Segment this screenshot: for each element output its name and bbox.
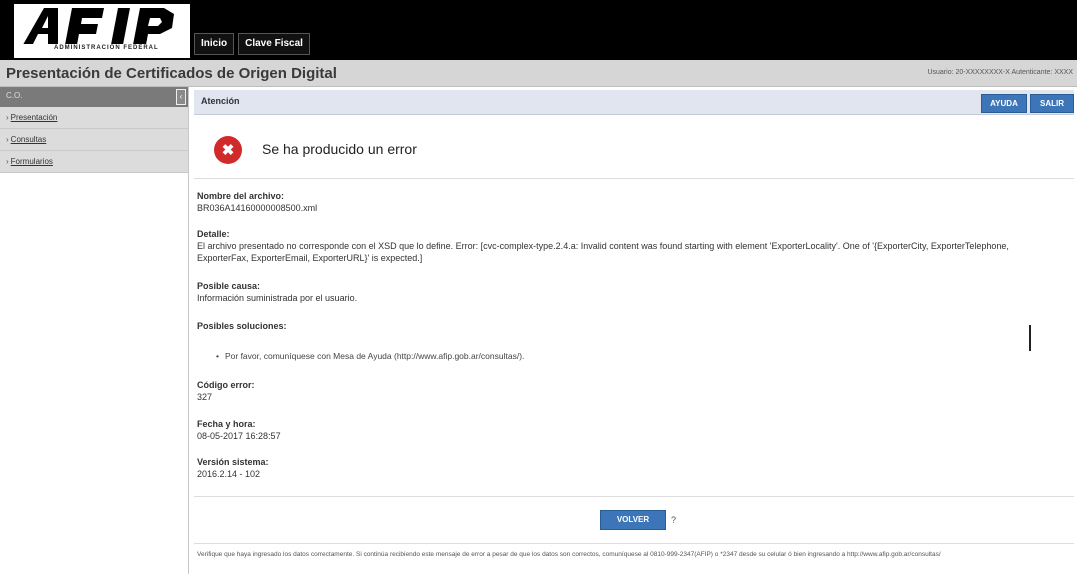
logo-subtitle: ADMINISTRACION FEDERAL — [54, 45, 159, 51]
detail-field: Detalle: El archivo presentado no corres… — [197, 228, 1057, 264]
top-nav: Inicio Clave Fiscal — [194, 33, 310, 55]
chevron-left-icon[interactable]: ‹ — [176, 89, 186, 105]
sidebar-item-formularios[interactable]: › Formularios — [0, 151, 188, 173]
solutions-field: Posibles soluciones: — [197, 320, 287, 332]
sidebar-item-label: Presentación — [10, 113, 58, 122]
salir-button[interactable]: SALIR — [1030, 94, 1074, 113]
arrow-right-icon: › — [6, 135, 9, 144]
solution-text: Por favor, comuníquese con Mesa de Ayuda… — [224, 351, 525, 361]
file-name-value: BR036A14160000008500.xml — [197, 203, 318, 213]
title-bar: Presentación de Certificados de Origen D… — [0, 60, 1077, 87]
arrow-right-icon: › — [6, 157, 9, 166]
ayuda-button[interactable]: AYUDA — [981, 94, 1027, 113]
detail-value: El archivo presentado no corresponde con… — [197, 241, 1009, 263]
sidebar-item-presentacion[interactable]: › Presentación — [0, 107, 188, 129]
code-label: Código error: — [197, 380, 255, 390]
user-info: Usuario: 20-XXXXXXXX-X Autenticante: XXX… — [927, 69, 1073, 76]
text-cursor — [1029, 325, 1031, 351]
cause-label: Posible causa: — [197, 281, 261, 291]
help-question-icon[interactable]: ? — [671, 515, 676, 525]
nav-inicio[interactable]: Inicio — [194, 33, 235, 55]
sidebar-header-label: C.O. — [6, 91, 23, 100]
cause-field: Posible causa: Información suministrada … — [197, 280, 1057, 304]
sidebar-item-label: Consultas — [10, 135, 47, 144]
footer-note: Verifique que haya ingresado los datos c… — [197, 551, 941, 558]
top-header: ADMINISTRACION FEDERAL Inicio Clave Fisc… — [0, 0, 1077, 60]
attention-bar: Atención AYUDA SALIR — [194, 90, 1074, 115]
code-value: 327 — [197, 392, 213, 402]
file-name-field: Nombre del archivo: BR036A14160000008500… — [197, 190, 1057, 214]
volver-button[interactable]: VOLVER — [600, 510, 666, 530]
volver-section: VOLVER ? — [194, 496, 1074, 544]
sidebar-header: C.O. ‹ — [0, 87, 188, 107]
date-label: Fecha y hora: — [197, 419, 256, 429]
version-value: 2016.2.14 - 102 — [197, 469, 261, 479]
attention-label: Atención — [201, 96, 240, 106]
nav-clave-fiscal[interactable]: Clave Fiscal — [238, 33, 310, 55]
detail-label: Detalle: — [197, 229, 230, 239]
error-title: Se ha producido un error — [262, 141, 417, 157]
code-field: Código error: 327 — [197, 379, 1057, 403]
version-label: Versión sistema: — [197, 457, 269, 467]
page-title: Presentación de Certificados de Origen D… — [6, 65, 337, 82]
bullet-icon: • — [216, 351, 219, 361]
sidebar-item-label: Formularios — [10, 157, 53, 166]
sidebar: C.O. ‹ › Presentación › Consultas › Formula… — [0, 87, 189, 574]
cause-value: Información suministrada por el usuario. — [197, 293, 358, 303]
error-x-icon: ✖ — [214, 136, 242, 164]
version-field: Versión sistema: 2016.2.14 - 102 — [197, 456, 1057, 480]
solutions-label: Posibles soluciones: — [197, 321, 287, 331]
afip-logo[interactable]: ADMINISTRACION FEDERAL — [14, 4, 190, 58]
date-field: Fecha y hora: 08-05-2017 16:28:57 — [197, 418, 1057, 442]
sidebar-item-consultas[interactable]: › Consultas — [0, 129, 188, 151]
date-value: 08-05-2017 16:28:57 — [197, 431, 281, 441]
file-name-label: Nombre del archivo: — [197, 191, 285, 201]
main-content: Atención AYUDA SALIR ✖ Se ha producido u… — [194, 90, 1074, 574]
error-header: ✖ Se ha producido un error — [194, 116, 1074, 179]
list-item: • Por favor, comuníquese con Mesa de Ayud… — [216, 351, 524, 361]
arrow-right-icon: › — [6, 113, 9, 122]
